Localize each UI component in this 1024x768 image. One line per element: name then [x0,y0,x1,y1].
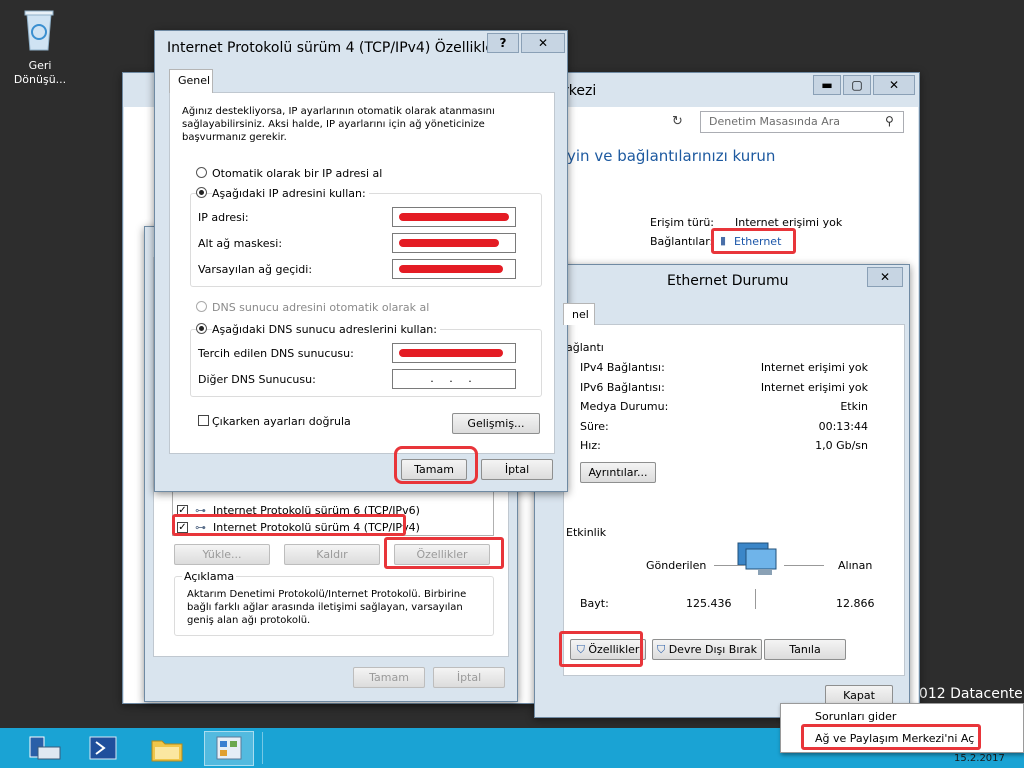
auto-ip-radio[interactable] [196,167,207,178]
connection-group-label: ağlantı [566,341,604,354]
disable-button[interactable]: ⛉ Devre Dışı Bırak [652,639,762,660]
search-box[interactable]: Denetim Masasında Ara ⚲ [700,111,904,133]
diagnose-button[interactable]: Tanıla [764,639,846,660]
network-activity-icon [734,539,780,579]
auto-dns-radio[interactable] [196,301,207,312]
remove-button[interactable]: Kaldır [284,544,380,565]
disable-button-label: Devre Dışı Bırak [668,643,758,656]
validate-checkbox[interactable] [198,415,209,426]
status-row-value: 00:13:44 [818,420,868,433]
menu-item-highlight [801,724,981,750]
manual-ip-label[interactable]: Aşağıdaki IP adresini kullan: [212,187,369,200]
general-tab-panel: Ağınız destekliyorsa, IP ayarlarının oto… [169,92,555,454]
install-button[interactable]: Yükle... [174,544,270,565]
properties-button-highlight [384,537,504,569]
minimize-button[interactable]: ▬ [813,75,841,95]
tab-general[interactable]: nel [563,303,595,325]
server-manager-icon[interactable] [22,731,72,766]
status-row-label: Süre: [580,420,609,433]
maximize-button[interactable]: ▢ [843,75,871,95]
activity-label: Etkinlik [566,526,607,539]
bytes-sent-value: 125.436 [686,597,732,610]
file-explorer-icon[interactable] [146,731,196,766]
refresh-icon[interactable]: ↻ [672,114,683,129]
status-row-value: Internet erişimi yok [760,381,868,394]
access-type-label: Erişim türü: [650,216,715,229]
ipv4-properties-dialog: Internet Protokolü sürüm 4 (TCP/IPv4) Öz… [154,30,568,492]
menu-item-troubleshoot[interactable]: Sorunları gider [815,710,896,723]
ethernet-link-highlight [711,228,796,254]
ethernet-status-title: Ethernet Durumu [667,273,789,289]
shield-icon: ⛉ [656,643,666,656]
status-row-value: Internet erişimi yok [760,361,868,374]
activity-line-left [714,565,744,566]
redaction [399,265,503,273]
search-placeholder: Denetim Masasında Ara [709,115,841,128]
recycle-bin-label: Geri Dönüşü... [13,59,67,86]
gateway-label: Varsayılan ağ geçidi: [198,263,313,276]
control-panel-taskbar-icon[interactable] [204,731,254,766]
os-watermark: 2012 Datacenter [910,686,1024,702]
details-button[interactable]: Ayrıntılar... [580,462,656,483]
activity-line-right [784,565,824,566]
preferred-dns-label: Tercih edilen DNS sunucusu: [198,347,354,360]
alternate-dns-field[interactable]: . . . [392,369,516,389]
description-group: Aktarım Denetimi Protokolü/Internet Prot… [174,576,494,636]
dialog-title: Internet Protokolü sürüm 4 (TCP/IPv4) Öz… [167,40,504,56]
description-label: Açıklama [182,570,237,583]
advanced-button[interactable]: Gelişmiş... [452,413,540,434]
preferred-dns-field[interactable] [392,343,516,363]
status-row-label: IPv4 Bağlantısı: [580,361,665,374]
close-button[interactable]: ✕ [521,33,565,53]
auto-dns-label[interactable]: DNS sunucu adresini otomatik olarak al [212,301,429,314]
status-row-label: Hız: [580,439,601,452]
ip-address-field[interactable] [392,207,516,227]
manual-dns-radio[interactable] [196,323,207,334]
manual-dns-label[interactable]: Aşağıdaki DNS sunucu adreslerini kullan: [212,323,440,336]
page-heading: yin ve bağlantılarınızı kurun [567,147,776,165]
sent-label: Gönderilen [646,559,707,572]
ethernet-status-client: ağlantı IPv4 Bağlantısı: Internet erişim… [563,324,905,676]
help-button[interactable]: ? [487,33,519,53]
gateway-field[interactable] [392,259,516,279]
status-row-label: IPv6 Bağlantısı: [580,381,665,394]
ok-button-highlight [394,446,478,484]
redaction [399,213,509,221]
connections-label: Bağlantılar: [650,235,714,248]
activity-divider [755,589,756,609]
validate-label[interactable]: Çıkarken ayarları doğrula [212,415,351,428]
status-row-value: 1,0 Gb/sn [815,439,868,452]
manual-ip-radio[interactable] [196,187,207,198]
auto-ip-label[interactable]: Otomatik olarak bir IP adresi al [212,167,382,180]
ip-address-label: IP adresi: [198,211,249,224]
recycle-bin-icon[interactable] [22,8,56,52]
redaction [399,239,499,247]
tab-general[interactable]: Genel [169,69,213,93]
close-button[interactable]: ✕ [873,75,915,95]
status-row-label: Medya Durumu: [580,400,669,413]
ipv4-item-highlight [172,514,406,536]
bytes-label: Bayt: [580,597,609,610]
close-button[interactable]: ✕ [867,267,903,287]
bytes-received-value: 12.866 [836,597,875,610]
status-row-value: Etkin [840,400,868,413]
taskbar-divider [262,732,263,764]
ok-button[interactable]: Tamam [353,667,425,688]
clock-date[interactable]: 15.2.2017 [954,753,1005,764]
status-properties-highlight [559,631,643,667]
cancel-button[interactable]: İptal [481,459,553,480]
powershell-icon[interactable] [82,731,132,766]
redaction [399,349,503,357]
cancel-button[interactable]: İptal [433,667,505,688]
search-icon[interactable]: ⚲ [885,114,894,128]
alternate-dns-label: Diğer DNS Sunucusu: [198,373,316,386]
intro-text: Ağınız destekliyorsa, IP ayarlarının oto… [182,106,495,143]
subnet-field[interactable] [392,233,516,253]
description-text: Aktarım Denetimi Protokolü/Internet Prot… [187,589,467,626]
subnet-label: Alt ağ maskesi: [198,237,283,250]
received-label: Alınan [838,559,873,572]
